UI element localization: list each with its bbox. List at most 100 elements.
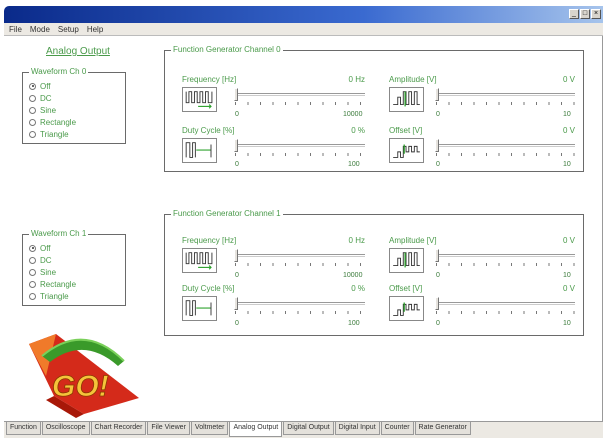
radio-ch1-dc[interactable]: DC [29, 254, 76, 266]
offset-slider[interactable] [435, 139, 575, 159]
go-logo: GO! [24, 326, 149, 421]
waveform-ch0-legend: Waveform Ch 0 [29, 67, 89, 77]
frequency-waveform-icon [182, 248, 217, 273]
maximize-button[interactable]: □ [580, 9, 590, 19]
amplitude-label: Amplitude [V] [389, 75, 437, 84]
frequency-value: 0 Hz [348, 75, 365, 84]
page-title: Analog Output [46, 46, 110, 57]
tab-analog-output[interactable]: Analog Output [229, 422, 283, 437]
duty-cycle-waveform-icon [182, 296, 217, 321]
amplitude-slider[interactable] [435, 88, 575, 108]
duty-cycle-value: 0 % [351, 126, 365, 135]
radio-ch0-sine[interactable]: Sine [29, 104, 76, 116]
tab-file-viewer[interactable]: File Viewer [147, 422, 190, 435]
slider-thumb[interactable] [234, 139, 238, 152]
slider-thumb[interactable] [435, 88, 439, 101]
tab-digital-input[interactable]: Digital Input [334, 422, 380, 435]
main-panel: Analog Output Waveform Ch 0 Off DC Sine … [4, 36, 603, 421]
logo-text: GO! [52, 370, 109, 403]
radio-ch1-rectangle[interactable]: Rectangle [29, 278, 76, 290]
offset-slider[interactable] [435, 297, 575, 317]
radio-ch1-sine[interactable]: Sine [29, 266, 76, 278]
amplitude-waveform-icon [389, 248, 424, 273]
slider-thumb[interactable] [435, 139, 439, 152]
offset-label: Offset [V] [389, 126, 423, 135]
menu-help[interactable]: Help [87, 25, 103, 34]
slider-thumb[interactable] [234, 297, 238, 310]
menu-setup[interactable]: Setup [58, 25, 79, 34]
slider-thumb[interactable] [435, 297, 439, 310]
radio-ch0-triangle[interactable]: Triangle [29, 128, 76, 140]
frequency-max: 10000 [343, 272, 363, 279]
offset-min: 0 [436, 320, 440, 327]
frequency-slider[interactable] [234, 249, 365, 269]
title-bar: _ □ × [4, 6, 603, 23]
radio-checked-icon[interactable] [29, 82, 36, 90]
slider-thumb[interactable] [435, 249, 439, 262]
tab-voltmeter[interactable]: Voltmeter [190, 422, 229, 435]
radio-icon[interactable] [29, 280, 36, 288]
slider-thumb[interactable] [234, 249, 238, 262]
duty-cycle-slider[interactable] [234, 297, 365, 317]
offset-waveform-icon [389, 296, 424, 321]
radio-icon[interactable] [29, 106, 36, 114]
radio-icon[interactable] [29, 130, 36, 138]
radio-icon[interactable] [29, 118, 36, 126]
radio-ch1-triangle[interactable]: Triangle [29, 290, 76, 302]
radio-label: Rectangle [40, 117, 77, 127]
amplitude-min: 0 [436, 111, 440, 118]
frequency-slider[interactable] [234, 88, 365, 108]
radio-ch1-off[interactable]: Off [29, 242, 76, 254]
amplitude-value: 0 V [562, 236, 575, 245]
tab-chart-recorder[interactable]: Chart Recorder [90, 422, 147, 435]
slider-thumb[interactable] [234, 88, 238, 101]
radio-ch0-dc[interactable]: DC [29, 92, 76, 104]
frequency-waveform-icon [182, 87, 217, 112]
duty-cycle-max: 100 [348, 320, 360, 327]
amplitude-max: 10 [563, 272, 571, 279]
tab-oscilloscope[interactable]: Oscilloscope [41, 422, 90, 435]
radio-label: DC [40, 255, 52, 265]
duty-cycle-slider[interactable] [234, 139, 365, 159]
tab-rate-generator[interactable]: Rate Generator [414, 422, 471, 435]
radio-ch0-rectangle[interactable]: Rectangle [29, 116, 76, 128]
radio-icon[interactable] [29, 94, 36, 102]
radio-icon[interactable] [29, 292, 36, 300]
menu-file[interactable]: File [9, 25, 22, 34]
function-generator-ch1-legend: Function Generator Channel 1 [171, 209, 283, 219]
waveform-ch1-group: Waveform Ch 1 Off DC Sine Rectangle Tria… [22, 229, 126, 306]
amplitude-slider[interactable] [435, 249, 575, 269]
minimize-button[interactable]: _ [569, 9, 579, 19]
duty-cycle-value: 0 % [351, 284, 365, 293]
frequency-min: 0 [235, 111, 239, 118]
tab-counter[interactable]: Counter [380, 422, 414, 435]
mode-tab-bar: Function Oscilloscope Chart Recorder Fil… [4, 421, 603, 438]
menu-mode[interactable]: Mode [30, 25, 50, 34]
offset-value: 0 V [562, 284, 575, 293]
radio-label: Off [40, 243, 51, 253]
radio-label: DC [40, 93, 52, 103]
amplitude-max: 10 [563, 111, 571, 118]
radio-icon[interactable] [29, 268, 36, 276]
offset-label: Offset [V] [389, 284, 423, 293]
duty-cycle-label: Duty Cycle [%] [182, 284, 235, 293]
radio-label: Off [40, 81, 51, 91]
offset-value: 0 V [562, 126, 575, 135]
duty-cycle-max: 100 [348, 161, 360, 168]
offset-max: 10 [563, 161, 571, 168]
close-button[interactable]: × [591, 9, 601, 19]
tab-digital-output[interactable]: Digital Output [283, 422, 334, 435]
offset-min: 0 [436, 161, 440, 168]
amplitude-value: 0 V [562, 75, 575, 84]
radio-icon[interactable] [29, 256, 36, 264]
radio-label: Sine [40, 267, 57, 277]
duty-cycle-min: 0 [235, 161, 239, 168]
radio-ch0-off[interactable]: Off [29, 80, 76, 92]
window-controls: _ □ × [569, 9, 601, 19]
tab-function[interactable]: Function [6, 422, 41, 435]
frequency-label: Frequency [Hz] [182, 236, 237, 245]
radio-label: Rectangle [40, 279, 77, 289]
function-generator-ch0-legend: Function Generator Channel 0 [171, 45, 283, 55]
radio-checked-icon[interactable] [29, 244, 36, 252]
radio-label: Triangle [40, 291, 69, 301]
